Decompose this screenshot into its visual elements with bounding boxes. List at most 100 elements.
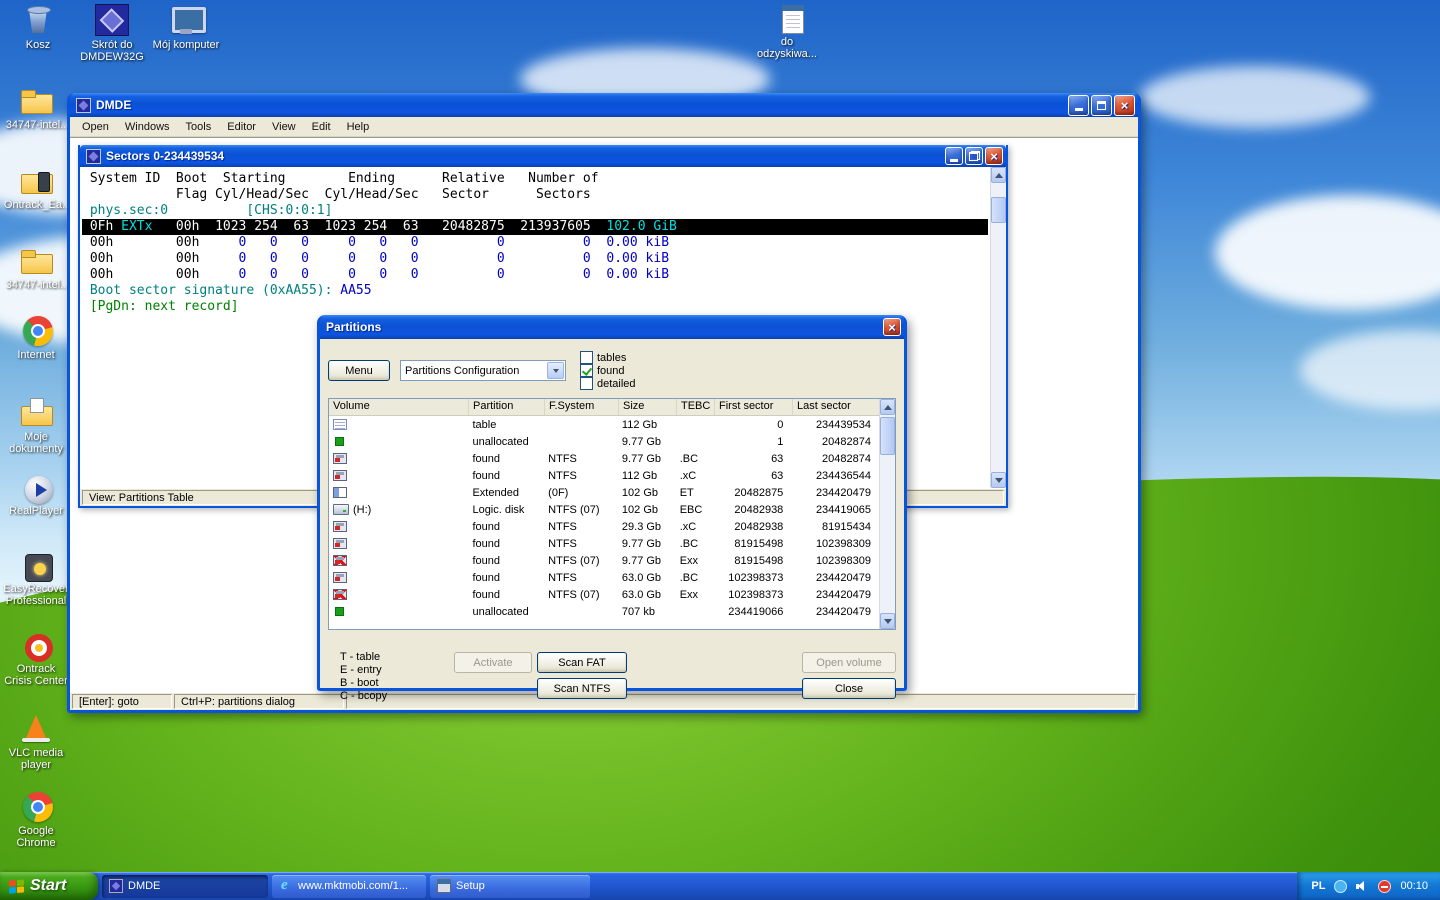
open-volume-button: Open volume: [802, 652, 896, 673]
menu-item-edit[interactable]: Edit: [304, 119, 339, 135]
scroll-up-icon[interactable]: [880, 399, 895, 415]
partitions-list-header: Volume Partition F.System Size TEBC First sec…: [329, 399, 895, 416]
desktop-icon-easyrecover-professional[interactable]: EasyRecover Professional: [2, 552, 70, 607]
desktop-icon-34747-intel[interactable]: 34747-intel..: [2, 84, 70, 131]
volume-cell: [329, 572, 468, 583]
checkbox-tables[interactable]: tables: [580, 351, 636, 364]
menu-button[interactable]: Menu: [328, 360, 390, 381]
column-header-size[interactable]: Size: [619, 399, 677, 415]
sectors-header-line-2[interactable]: Flag Cyl/Head/Sec Cyl/Head/Sec Sector Se…: [82, 187, 988, 203]
menu-item-help[interactable]: Help: [339, 119, 378, 135]
partition-row-unallocated[interactable]: unallocated 9.77 Gb 1 20482874: [329, 433, 879, 450]
desktop-icon-realplayer[interactable]: RealPlayer: [2, 474, 70, 517]
volume-icon[interactable]: [1356, 880, 1369, 893]
desktop-icon-kosz[interactable]: Kosz: [4, 4, 72, 51]
partition-row-found[interactable]: found NTFS 9.77 Gb .BC 81915498 102398309: [329, 535, 879, 552]
volume-cell: [329, 453, 468, 464]
task-button-setup[interactable]: Setup: [430, 874, 590, 898]
task-button-www-mktmobi-com-1[interactable]: www.mktmobi.com/1...: [272, 874, 426, 898]
fsystem-cell: NTFS (07): [548, 554, 600, 567]
checkbox-detailed[interactable]: detailed: [580, 377, 636, 390]
partition-entry-row[interactable]: 00h 00h 0 0 0 0 0 0 0 0 0.00 kiB: [82, 235, 988, 251]
boot-signature-row[interactable]: Boot sector signature (0xAA55): AA55: [82, 283, 988, 299]
menu-item-tools[interactable]: Tools: [178, 119, 220, 135]
menu-bar: Open Windows Tools Editor View Edit Help: [70, 117, 1138, 137]
close-icon[interactable]: ×: [883, 318, 901, 336]
column-header-f-system[interactable]: F.System: [545, 399, 619, 415]
desktop-icon-mój-komputer[interactable]: Mój komputer: [152, 4, 220, 51]
tebc-cell: EBC: [679, 503, 703, 516]
sectors-vertical-scrollbar[interactable]: [990, 167, 1006, 488]
desktop-icon-skrót-do-dmdew32g[interactable]: Skrót do DMDEW32G: [78, 4, 146, 63]
partition-row-extended[interactable]: Extended (0F) 102 Gb ET 20482875 234420479: [329, 484, 879, 501]
start-button[interactable]: Start: [0, 872, 98, 900]
desktop-icon-google-chrome[interactable]: Google Chrome: [2, 792, 70, 849]
desktop-icon-moje-dokumenty[interactable]: Moje dokumenty: [2, 396, 70, 455]
checkbox-box-icon[interactable]: [580, 351, 593, 364]
dmde-titlebar[interactable]: DMDE ×: [70, 93, 1138, 117]
scan-fat-button[interactable]: Scan FAT: [537, 652, 627, 673]
menu-item-view[interactable]: View: [264, 119, 304, 135]
partition-row-found[interactable]: found NTFS 29.3 Gb .xC 20482938 81915434: [329, 518, 879, 535]
maximize-button[interactable]: [1091, 94, 1112, 116]
column-header-tebc[interactable]: TEBC: [677, 399, 715, 415]
column-header-first-sector[interactable]: First sector: [715, 399, 793, 415]
checkbox-box-icon[interactable]: [580, 364, 593, 377]
crisis-center-icon: [25, 634, 53, 662]
desktop-icon-do-odzyskiwa[interactable]: do odzyskiwa...: [753, 4, 821, 60]
close-button[interactable]: ×: [985, 147, 1003, 165]
messenger-tray-icon[interactable]: [1334, 879, 1348, 893]
checkbox-box-icon[interactable]: [580, 377, 593, 390]
menu-item-editor[interactable]: Editor: [219, 119, 264, 135]
partition-row-found[interactable]: found NTFS (07) 9.77 Gb Exx 81915498 10239830…: [329, 552, 879, 569]
checkbox-found[interactable]: found: [580, 364, 636, 377]
scroll-down-icon[interactable]: [880, 613, 895, 629]
partition-entry-row-selected[interactable]: 0Fh EXTx 00h 1023 254 63 1023 254 63 204…: [82, 219, 988, 235]
desktop-icon-ontrack-ea[interactable]: Ontrack_Ea..: [2, 164, 70, 211]
desktop-icon-internet[interactable]: Internet: [2, 316, 70, 361]
scrollbar-thumb[interactable]: [991, 197, 1006, 223]
partition-entry-row[interactable]: 00h 00h 0 0 0 0 0 0 0 0 0.00 kiB: [82, 267, 988, 283]
desktop-icon-ontrack-crisis-center[interactable]: Ontrack Crisis Center: [2, 632, 70, 687]
desktop-icon-34747-intel[interactable]: 34747-intel..: [2, 244, 70, 291]
sectors-header-line-1[interactable]: System ID Boot Starting Ending Relative …: [82, 171, 988, 187]
task-button-dmde[interactable]: DMDE: [102, 874, 268, 898]
legend-line: B - boot: [340, 677, 379, 689]
partitions-vertical-scrollbar[interactable]: [879, 399, 895, 629]
column-header-partition[interactable]: Partition: [469, 399, 545, 415]
partition-row-found[interactable]: found NTFS 112 Gb .xC 63 234436544: [329, 467, 879, 484]
sector-table[interactable]: System ID Boot Starting Ending Relative …: [82, 171, 988, 315]
minimize-button[interactable]: [1068, 94, 1089, 116]
partition-row-unallocated[interactable]: unallocated 707 kb 234419066 234420479: [329, 603, 879, 620]
scrollbar-thumb[interactable]: [880, 417, 895, 455]
partition-entry-row[interactable]: 00h 00h 0 0 0 0 0 0 0 0 0.00 kiB: [82, 251, 988, 267]
menu-item-open[interactable]: Open: [74, 119, 117, 135]
close-button[interactable]: ×: [1114, 94, 1135, 116]
pgdn-hint-row[interactable]: [PgDn: next record]: [82, 299, 988, 315]
partition-row-logic-disk[interactable]: (H:) Logic. disk NTFS (07) 102 Gb EBC 2048293…: [329, 501, 879, 518]
configuration-select[interactable]: Partitions Configuration: [400, 360, 566, 381]
scroll-up-icon[interactable]: [991, 167, 1006, 183]
sectors-titlebar[interactable]: Sectors 0-234439534 ×: [80, 145, 1006, 167]
phys-sector-row[interactable]: phys.sec:0 [CHS:0:0:1]: [82, 203, 988, 219]
chevron-down-icon[interactable]: [547, 362, 564, 379]
security-alert-icon[interactable]: [1378, 879, 1392, 893]
column-header-volume[interactable]: Volume: [329, 399, 469, 415]
column-header-last-sector[interactable]: Last sector: [793, 399, 881, 415]
tebc-cell: .BC: [679, 537, 699, 550]
partition-row-found[interactable]: found NTFS (07) 63.0 Gb Exx 102398373 2344204…: [329, 586, 879, 603]
desktop-icon-label: Moje dokumenty: [9, 431, 63, 455]
language-indicator[interactable]: PL: [1311, 880, 1325, 892]
desktop-icon-vlc-media-player[interactable]: VLC media player: [2, 712, 70, 771]
menu-item-windows[interactable]: Windows: [117, 119, 178, 135]
partition-row-found[interactable]: found NTFS 63.0 Gb .BC 102398373 234420479: [329, 569, 879, 586]
partition-row-table[interactable]: table 112 Gb 0 234439534: [329, 416, 879, 433]
partition-row-found[interactable]: found NTFS 9.77 Gb .BC 63 20482874: [329, 450, 879, 467]
scroll-down-icon[interactable]: [991, 472, 1006, 488]
minimize-button[interactable]: [945, 147, 963, 165]
close-button[interactable]: Close: [802, 678, 896, 699]
scan-ntfs-button[interactable]: Scan NTFS: [537, 678, 627, 699]
windows-logo-icon: [9, 878, 24, 894]
restore-button[interactable]: [965, 147, 983, 165]
partitions-titlebar[interactable]: Partitions ×: [320, 315, 904, 339]
